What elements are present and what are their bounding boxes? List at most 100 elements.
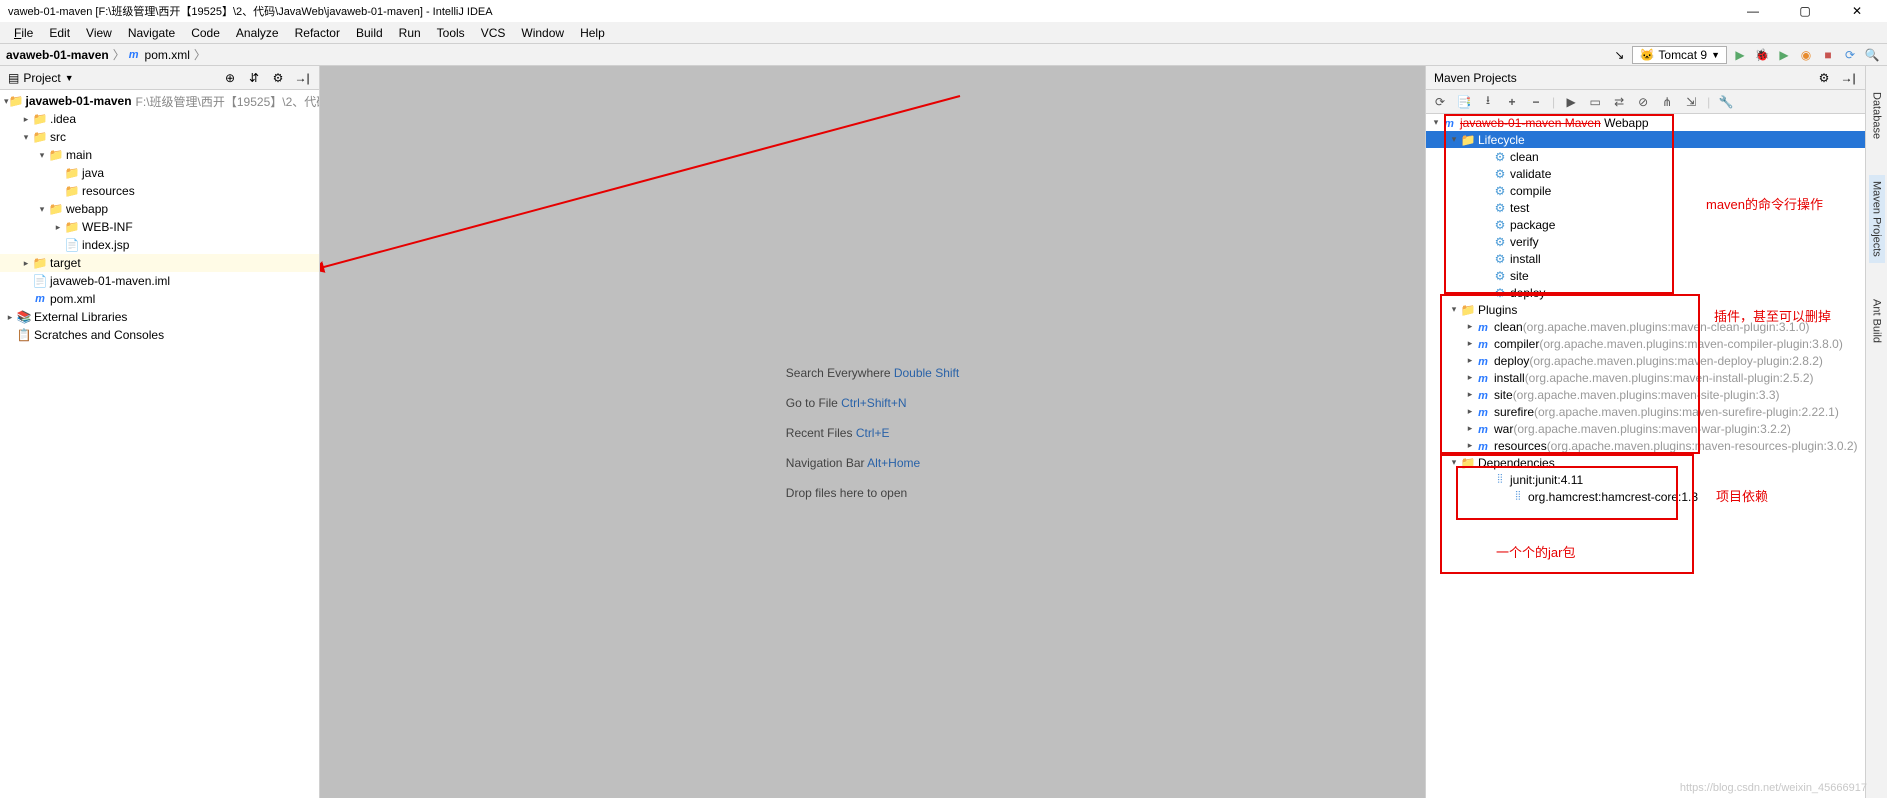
maven-tree-row[interactable]: ▸minstall (org.apache.maven.plugins:mave… xyxy=(1426,369,1865,386)
maven-tree-row[interactable]: ▸⚙validate xyxy=(1426,165,1865,182)
maven-tree-row[interactable]: ▸⚙package xyxy=(1426,216,1865,233)
show-deps-button[interactable]: ⋔ xyxy=(1659,94,1675,110)
tree-arrow-icon[interactable]: ▾ xyxy=(36,204,48,215)
maven-tree-row[interactable]: ▸msurefire (org.apache.maven.plugins:mav… xyxy=(1426,403,1865,420)
hide-button[interactable]: →| xyxy=(1839,69,1857,87)
project-panel-title[interactable]: ▤ Project ▼ xyxy=(8,71,74,85)
search-button[interactable]: 🔍 xyxy=(1863,46,1881,64)
close-button[interactable]: ✕ xyxy=(1843,1,1871,21)
side-tab-maven[interactable]: Maven Projects xyxy=(1869,175,1885,263)
tree-arrow-icon[interactable]: ▸ xyxy=(1464,338,1476,349)
tree-row[interactable]: ▸📁java xyxy=(0,164,319,182)
menu-view[interactable]: View xyxy=(78,24,120,42)
maven-tree-row[interactable]: ▸mdeploy (org.apache.maven.plugins:maven… xyxy=(1426,352,1865,369)
tree-row[interactable]: ▾📁javaweb-01-maven F:\班级管理\西开【19525】\2、代… xyxy=(0,92,319,110)
tree-arrow-icon[interactable]: ▸ xyxy=(1464,389,1476,400)
menu-code[interactable]: Code xyxy=(183,24,228,42)
tree-arrow-icon[interactable]: ▸ xyxy=(1464,372,1476,383)
maven-tree-row[interactable]: ▸mwar (org.apache.maven.plugins:maven-wa… xyxy=(1426,420,1865,437)
toggle-offline-button[interactable]: ⇄ xyxy=(1611,94,1627,110)
menu-help[interactable]: Help xyxy=(572,24,613,42)
tree-arrow-icon[interactable]: ▸ xyxy=(1464,321,1476,332)
tree-arrow-icon[interactable]: ▸ xyxy=(1464,423,1476,434)
maven-tree-row[interactable]: ▸⚙deploy xyxy=(1426,284,1865,301)
collapse-all-button[interactable]: ⇲ xyxy=(1683,94,1699,110)
tree-arrow-icon[interactable]: ▸ xyxy=(1464,355,1476,366)
maven-tree-row[interactable]: ▸⚙site xyxy=(1426,267,1865,284)
add-maven-button[interactable]: + xyxy=(1504,94,1520,110)
tree-row[interactable]: ▾📁src xyxy=(0,128,319,146)
maven-tree-row[interactable]: ▸msite (org.apache.maven.plugins:maven-s… xyxy=(1426,386,1865,403)
reimport-button[interactable]: ⟳ xyxy=(1432,94,1448,110)
maven-tree-row[interactable]: ▸⦙⦙junit:junit:4.11 xyxy=(1426,471,1865,488)
maven-tree-row[interactable]: ▸⚙verify xyxy=(1426,233,1865,250)
tree-arrow-icon[interactable]: ▸ xyxy=(52,222,64,233)
collapse-button[interactable]: ⇵ xyxy=(245,69,263,87)
target-icon[interactable]: ⊕ xyxy=(221,69,239,87)
tree-row[interactable]: ▸mpom.xml xyxy=(0,290,319,308)
menu-tools[interactable]: Tools xyxy=(429,24,473,42)
tree-row[interactable]: ▾📁webapp xyxy=(0,200,319,218)
download-button[interactable]: ⭳ xyxy=(1480,94,1496,110)
editor-area[interactable]: Search Everywhere Double Shift Go to Fil… xyxy=(320,66,1425,798)
minimize-button[interactable]: — xyxy=(1739,1,1767,21)
breadcrumb[interactable]: avaweb-01-maven 〉 m pom.xml 〉 xyxy=(6,46,206,63)
menu-window[interactable]: Window xyxy=(513,24,572,42)
maven-tree-row[interactable]: ▸⚙clean xyxy=(1426,148,1865,165)
menu-vcs[interactable]: VCS xyxy=(473,24,514,42)
execute-goal-button[interactable]: ▭ xyxy=(1587,94,1603,110)
tree-arrow-icon[interactable]: ▾ xyxy=(1448,304,1460,315)
coverage-button[interactable]: ▶ xyxy=(1775,46,1793,64)
maven-tree-row[interactable]: ▾📁Lifecycle xyxy=(1426,131,1865,148)
tree-row[interactable]: ▸📄index.jsp xyxy=(0,236,319,254)
build-button[interactable]: ↘ xyxy=(1610,46,1628,64)
menu-file[interactable]: File xyxy=(6,24,41,42)
update-button[interactable]: ⟳ xyxy=(1841,46,1859,64)
run-maven-button[interactable]: ▶ xyxy=(1563,94,1579,110)
maven-tree[interactable]: ▾mjavaweb-01-maven Maven Webapp maven的命令… xyxy=(1426,114,1865,798)
maven-tree-row[interactable]: ▸mcompiler (org.apache.maven.plugins:mav… xyxy=(1426,335,1865,352)
tree-row[interactable]: ▸📁WEB-INF xyxy=(0,218,319,236)
run-config-select[interactable]: 🐱 Tomcat 9 ▼ xyxy=(1632,46,1727,64)
gear-icon[interactable]: ⚙ xyxy=(1815,69,1833,87)
menu-navigate[interactable]: Navigate xyxy=(120,24,183,42)
tree-row[interactable]: ▸📁target xyxy=(0,254,319,272)
side-tab-ant[interactable]: Ant Build xyxy=(1869,293,1885,349)
tree-row[interactable]: ▸📄javaweb-01-maven.iml xyxy=(0,272,319,290)
gear-icon[interactable]: ⚙ xyxy=(269,69,287,87)
menu-run[interactable]: Run xyxy=(391,24,429,42)
menu-edit[interactable]: Edit xyxy=(41,24,78,42)
remove-maven-button[interactable]: − xyxy=(1528,94,1544,110)
tree-row[interactable]: ▸📚External Libraries xyxy=(0,308,319,326)
maven-tree-row[interactable]: ▸mresources (org.apache.maven.plugins:ma… xyxy=(1426,437,1865,454)
tree-arrow-icon[interactable]: ▾ xyxy=(1430,117,1442,128)
tree-arrow-icon[interactable]: ▾ xyxy=(20,132,32,143)
tree-row[interactable]: ▸📁resources xyxy=(0,182,319,200)
tree-arrow-icon[interactable]: ▾ xyxy=(1448,457,1460,468)
menu-analyze[interactable]: Analyze xyxy=(228,24,287,42)
project-tree[interactable]: ▾📁javaweb-01-maven F:\班级管理\西开【19525】\2、代… xyxy=(0,90,319,798)
tree-arrow-icon[interactable]: ▸ xyxy=(20,114,32,125)
maven-tree-row[interactable]: ▾mjavaweb-01-maven Maven Webapp xyxy=(1426,114,1865,131)
tree-arrow-icon[interactable]: ▸ xyxy=(1464,406,1476,417)
tree-row[interactable]: ▾📁main xyxy=(0,146,319,164)
profile-button[interactable]: ◉ xyxy=(1797,46,1815,64)
tree-row[interactable]: ▸📁.idea xyxy=(0,110,319,128)
side-tab-database[interactable]: Database xyxy=(1869,86,1885,145)
maven-tree-row[interactable]: ▸mclean (org.apache.maven.plugins:maven-… xyxy=(1426,318,1865,335)
tree-arrow-icon[interactable]: ▾ xyxy=(36,150,48,161)
maximize-button[interactable]: ▢ xyxy=(1791,1,1819,21)
maven-tree-row[interactable]: ▸⚙install xyxy=(1426,250,1865,267)
breadcrumb-file[interactable]: pom.xml xyxy=(145,48,190,62)
stop-button[interactable]: ■ xyxy=(1819,46,1837,64)
skip-tests-button[interactable]: ⊘ xyxy=(1635,94,1651,110)
maven-tree-row[interactable]: ▾📁Plugins xyxy=(1426,301,1865,318)
maven-settings-button[interactable]: 🔧 xyxy=(1718,94,1734,110)
debug-button[interactable]: 🐞 xyxy=(1753,46,1771,64)
tree-row[interactable]: ▸📋Scratches and Consoles xyxy=(0,326,319,344)
hide-button[interactable]: →| xyxy=(293,69,311,87)
tree-arrow-icon[interactable]: ▸ xyxy=(1464,440,1476,451)
menu-build[interactable]: Build xyxy=(348,24,391,42)
menu-refactor[interactable]: Refactor xyxy=(287,24,348,42)
run-button[interactable]: ▶ xyxy=(1731,46,1749,64)
